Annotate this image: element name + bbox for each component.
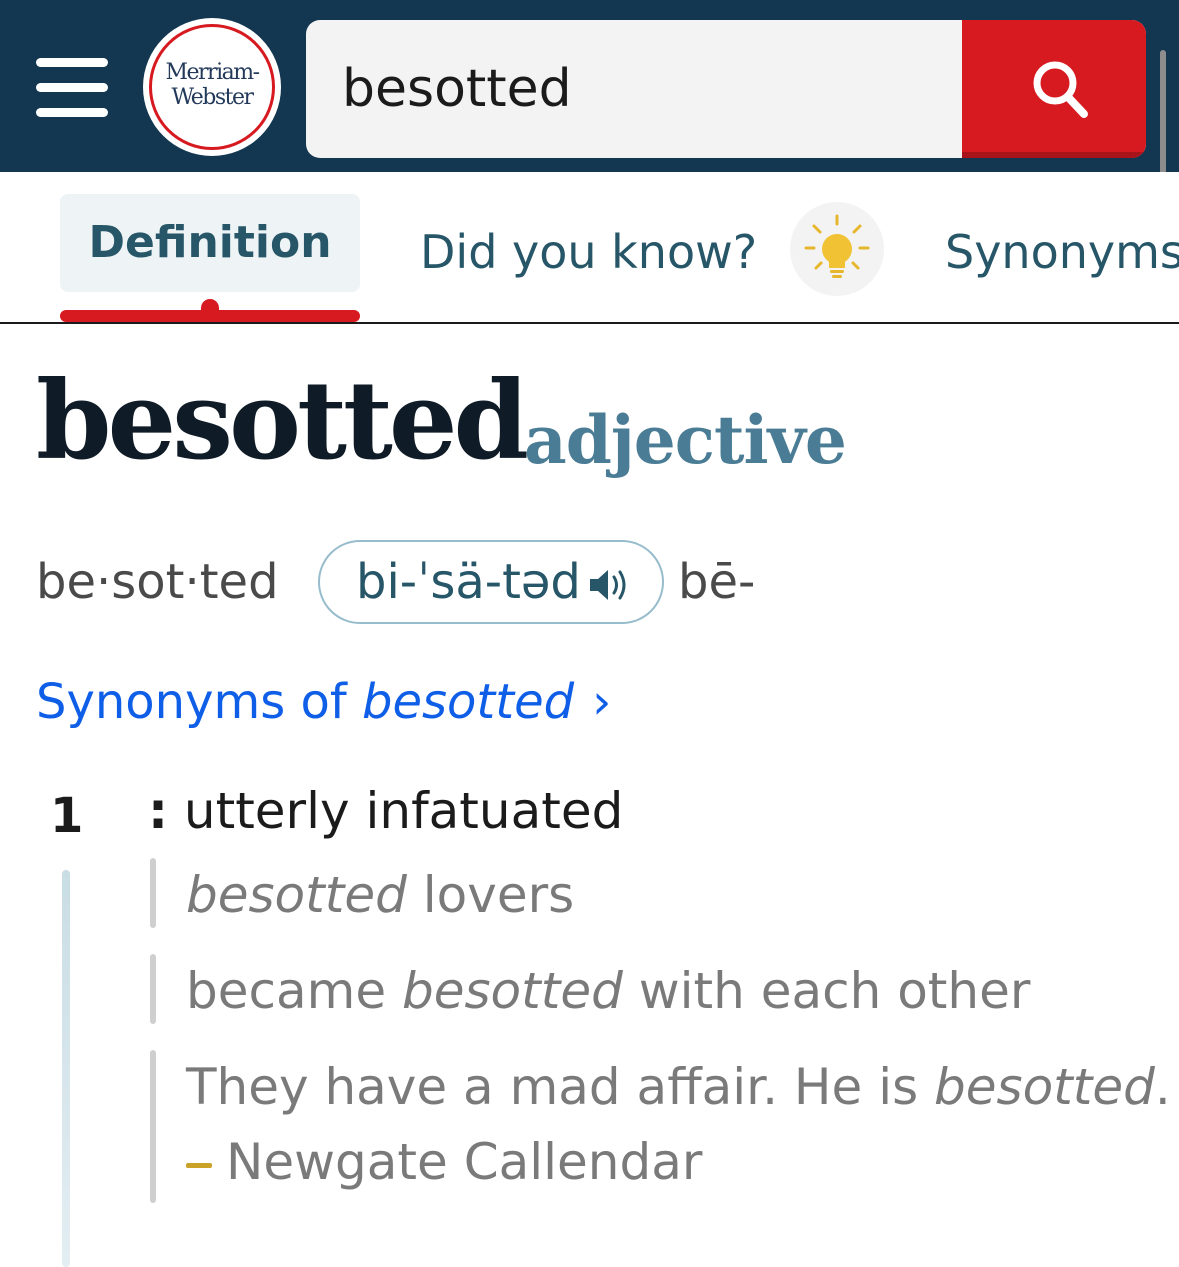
source-dash <box>186 1163 212 1168</box>
example-text: with each other <box>622 962 1031 1020</box>
example-italic-word: besotted <box>186 866 407 924</box>
example-bar <box>150 1050 156 1203</box>
syllable-breakdown: be·sot·ted <box>36 554 279 610</box>
example-italic-word: besotted <box>934 1058 1155 1116</box>
definition-colon: : <box>148 782 168 840</box>
alternate-pronunciation: bē- <box>678 554 756 610</box>
example-bar <box>150 954 156 1024</box>
part-of-speech-link[interactable]: adjective <box>524 398 847 482</box>
example-text: became <box>186 962 402 1020</box>
example-italic-word: besotted <box>402 962 623 1020</box>
lightbulb-icon[interactable] <box>790 202 884 296</box>
entry-tabs: Definition Did you know? Synonyms <box>0 172 1179 324</box>
example-text: . <box>1154 1058 1171 1116</box>
headword: besotted <box>36 358 529 484</box>
synonyms-link[interactable]: Synonyms of besotted › <box>36 672 611 732</box>
example-text: They have a mad affair. He is <box>186 1058 935 1116</box>
pronunciation-text: bi-ˈsä-təd <box>356 554 581 610</box>
top-header: Merriam- Webster <box>0 0 1179 172</box>
search-bar <box>306 20 1146 158</box>
sense-vertical-line <box>62 870 70 1267</box>
logo-text-line2: Webster <box>171 85 254 110</box>
sense-number: 1 <box>50 788 84 844</box>
definition-text: : utterly infatuated <box>148 780 623 842</box>
synonyms-link-prefix: Synonyms of <box>36 674 363 730</box>
logo-text-line1: Merriam- <box>165 60 260 85</box>
source-name: Newgate Callendar <box>226 1133 703 1191</box>
search-input[interactable] <box>306 20 962 158</box>
hamburger-menu-icon[interactable] <box>36 58 108 118</box>
tab-synonyms[interactable]: Synonyms <box>945 222 1179 282</box>
example-text: lovers <box>406 866 575 924</box>
example-sentence: became besotted with each other <box>186 960 1030 1022</box>
search-button[interactable] <box>962 20 1146 158</box>
speaker-icon <box>590 570 626 600</box>
pronunciation-audio-button[interactable]: bi-ˈsä-təd <box>318 540 664 624</box>
synonyms-link-word: besotted <box>362 674 575 730</box>
tab-active-underline <box>60 310 360 322</box>
definition-body: utterly infatuated <box>168 782 624 840</box>
chevron-right-icon: › <box>592 674 612 730</box>
example-sentence: They have a mad affair. He is besotted. <box>186 1056 1171 1118</box>
tab-did-you-know[interactable]: Did you know? <box>420 222 757 282</box>
example-source: Newgate Callendar <box>186 1134 702 1190</box>
example-sentence: besotted lovers <box>186 864 574 926</box>
magnifier-icon <box>1033 61 1088 118</box>
tab-definition[interactable]: Definition <box>60 194 360 292</box>
merriam-webster-logo[interactable]: Merriam- Webster <box>143 18 281 156</box>
example-bar <box>150 858 156 928</box>
